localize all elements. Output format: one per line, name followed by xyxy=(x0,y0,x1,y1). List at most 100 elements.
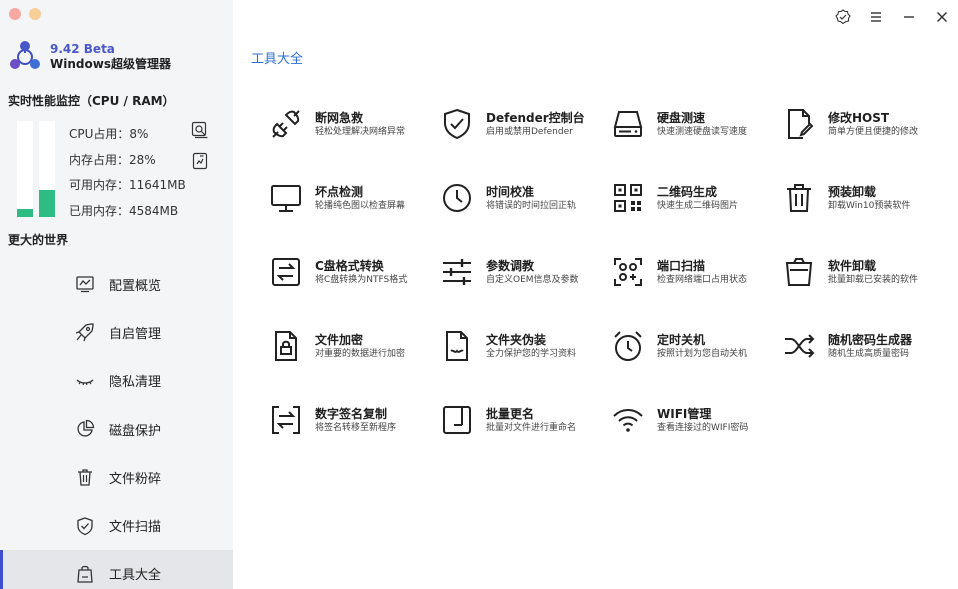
cpu-meter-fill xyxy=(17,209,33,217)
tool-batch-rename[interactable]: 批量更名 批量对文件进行重命名 xyxy=(440,398,611,442)
tool-edit-host[interactable]: 修改HOST 简单方便且便捷的修改 xyxy=(782,102,953,146)
sidebar-item-label: 工具大全 xyxy=(109,568,162,584)
tool-desc: 批量对文件进行重命名 xyxy=(486,422,577,433)
sidebar-item-label: 隐私清理 xyxy=(109,375,162,391)
tool-name: 软件卸载 xyxy=(828,258,877,273)
tool-name: 硬盘测速 xyxy=(657,110,706,125)
tool-name: 坏点检测 xyxy=(315,184,364,199)
shuffle-icon xyxy=(785,334,815,358)
close-button[interactable] xyxy=(925,7,958,27)
cpu-meter xyxy=(17,121,33,217)
used-mem-text: 已用内存：4584MB xyxy=(69,203,179,218)
sidebar-item-scan[interactable]: 文件扫描 xyxy=(0,501,233,549)
sidebar-item-privacy[interactable]: 隐私清理 xyxy=(0,357,233,405)
tool-preinstall-uninstall[interactable]: 预装卸载 卸载Win10预装软件 xyxy=(782,176,953,220)
tool-file-encrypt[interactable]: 文件加密 对重要的数据进行加密 xyxy=(269,324,440,368)
tool-name: 修改HOST xyxy=(828,110,890,125)
tool-desc: 查看连接过的WIFI密码 xyxy=(657,422,749,433)
monitor-detail-icon[interactable] xyxy=(191,121,209,139)
file-edit-icon xyxy=(788,109,814,139)
tool-defender[interactable]: Defender控制台 启用或禁用Defender xyxy=(440,102,611,146)
app-window: 9.42 Beta Windows超级管理器 实时性能监控（CPU / RAM）… xyxy=(0,0,958,589)
rename-icon xyxy=(443,406,471,434)
app-logo-icon xyxy=(10,41,40,69)
tool-name: 数字签名复制 xyxy=(315,406,388,421)
tool-desc: 全力保护您的学习资料 xyxy=(486,348,577,359)
sidebar-item-label: 文件粉碎 xyxy=(109,471,162,487)
tool-name: 时间校准 xyxy=(486,184,535,199)
avail-mem-text: 可用内存：11641MB xyxy=(69,178,186,192)
tool-port-scan[interactable]: 端口扫描 检查网络端口占用状态 xyxy=(611,250,782,294)
tool-name: 参数调教 xyxy=(486,258,535,273)
tool-desc: 快速测速硬盘读写速度 xyxy=(657,126,748,137)
tool-disk-speed[interactable]: 硬盘测速 快速测速硬盘读写速度 xyxy=(611,102,782,146)
sidebar-item-startup[interactable]: 自启管理 xyxy=(0,308,233,356)
tool-desc: 快速生成二维码图片 xyxy=(657,200,739,211)
tool-desc: 批量卸载已安装的软件 xyxy=(828,274,919,285)
tool-time-sync[interactable]: 时间校准 将错误的时间拉回正轨 xyxy=(440,176,611,220)
sidebar-item-toolbox[interactable]: 工具大全 xyxy=(0,549,233,589)
monitor-icon xyxy=(271,185,301,212)
minimize-dot[interactable] xyxy=(29,8,41,20)
tool-name: 随机密码生成器 xyxy=(828,332,913,347)
sidebar: 9.42 Beta Windows超级管理器 实时性能监控（CPU / RAM）… xyxy=(0,0,233,589)
sidebar-item-overview[interactable]: 配置概览 xyxy=(0,260,233,308)
minimize-button[interactable] xyxy=(892,7,925,27)
brand: 9.42 Beta Windows超级管理器 xyxy=(8,40,171,74)
tool-signature-copy[interactable]: 数字签名复制 将签名转移至新程序 xyxy=(269,398,440,442)
tool-desc: 将C盘转换为NTFS格式 xyxy=(315,274,408,285)
alarm-clock-icon xyxy=(614,331,642,361)
tool-dead-pixel[interactable]: 坏点检测 轮播纯色图以检查屏幕 xyxy=(269,176,440,220)
tool-name: 文件加密 xyxy=(315,332,364,347)
tool-scheduled-shutdown[interactable]: 定时关机 按照计划为您自动关机 xyxy=(611,324,782,368)
tool-wifi-manage[interactable]: WIFI管理 查看连接过的WIFI密码 xyxy=(611,398,782,442)
sidebar-item-label: 文件扫描 xyxy=(109,520,162,536)
tool-desc: 卸载Win10预装软件 xyxy=(828,200,911,211)
tool-name: 定时关机 xyxy=(657,332,706,347)
tool-qrcode[interactable]: 二维码生成 快速生成二维码图片 xyxy=(611,176,782,220)
tool-software-uninstall[interactable]: 软件卸载 批量卸载已安装的软件 xyxy=(782,250,953,294)
minimize-icon xyxy=(903,16,914,18)
tool-desc: 按照计划为您自动关机 xyxy=(657,348,748,359)
monitor-title: 实时性能监控（CPU / RAM） xyxy=(8,94,175,108)
tool-param-tune[interactable]: 参数调教 自定义OEM信息及参数 xyxy=(440,250,611,294)
tool-network-rescue[interactable]: 断网急救 轻松处理解决网络异常 xyxy=(269,102,440,146)
ram-meter xyxy=(39,121,55,217)
tool-name: 二维码生成 xyxy=(657,184,718,199)
stats: CPU占用：8% 内存占用：28% 可用内存：11641MB 已用内存：4584… xyxy=(69,126,186,228)
bag-icon xyxy=(77,565,93,583)
sidebar-nav: 配置概览 自启管理 隐私清理 磁盘保护 文件粉碎 文件扫描 工具大全 xyxy=(0,260,233,589)
sliders-icon xyxy=(443,259,471,285)
bin-icon xyxy=(785,258,813,286)
qrcode-icon xyxy=(614,184,642,212)
memory-clean-icon[interactable] xyxy=(191,152,209,170)
shield-check-icon xyxy=(77,516,93,535)
tool-folder-disguise[interactable]: 文件夹伪装 全力保护您的学习资料 xyxy=(440,324,611,368)
tool-desc: 简单方便且便捷的修改 xyxy=(828,126,919,137)
swap-box-icon xyxy=(272,258,300,286)
tool-name: 批量更名 xyxy=(486,406,535,421)
tool-desc: 检查网络端口占用状态 xyxy=(657,274,748,285)
close-icon xyxy=(936,12,947,22)
tool-name: 端口扫描 xyxy=(657,258,706,273)
menu-button[interactable] xyxy=(859,7,892,27)
close-dot[interactable] xyxy=(9,8,21,20)
shield-check-icon xyxy=(444,108,470,140)
tool-c-format[interactable]: C盘格式转换 将C盘转换为NTFS格式 xyxy=(269,250,440,294)
file-lock-icon xyxy=(275,331,297,361)
sidebar-item-disk-protect[interactable]: 磁盘保护 xyxy=(0,405,233,453)
verified-button[interactable] xyxy=(826,7,859,27)
sidebar-item-label: 配置概览 xyxy=(109,278,162,294)
tool-desc: 将错误的时间拉回正轨 xyxy=(486,200,577,211)
tool-password-gen[interactable]: 随机密码生成器 随机生成高质量密码 xyxy=(782,324,953,368)
tool-name: 预装卸载 xyxy=(828,184,877,199)
scan-nodes-icon xyxy=(614,258,642,286)
tool-desc: 轮播纯色图以检查屏幕 xyxy=(315,200,406,211)
sidebar-item-shred[interactable]: 文件粉碎 xyxy=(0,453,233,501)
tool-desc: 轻松处理解决网络异常 xyxy=(315,126,406,137)
tool-desc: 随机生成高质量密码 xyxy=(828,348,910,359)
trash-icon xyxy=(787,184,811,212)
hamburger-icon xyxy=(870,12,881,22)
tool-name: Defender控制台 xyxy=(486,110,585,125)
tool-desc: 对重要的数据进行加密 xyxy=(315,348,406,359)
